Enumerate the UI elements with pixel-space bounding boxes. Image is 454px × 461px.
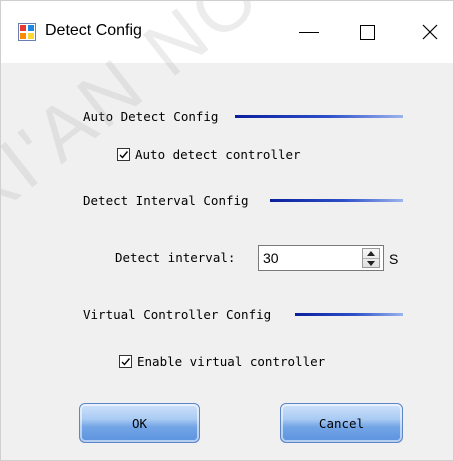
virtual-controller-rule [295,313,403,316]
arrow-up-icon [367,251,375,256]
auto-detect-checkbox[interactable] [117,148,130,161]
maximize-button[interactable] [353,11,397,53]
virtual-controller-checkbox[interactable] [119,355,132,368]
maximize-icon [360,25,375,40]
auto-detect-checkbox-label[interactable]: Auto detect controller [135,147,301,162]
detect-interval-heading: Detect Interval Config [83,193,249,208]
detect-config-dialog: Detect Config Auto Detect Config Auto de… [0,0,454,461]
title-bar: Detect Config [1,1,453,63]
checkmark-icon [121,358,131,366]
window-title: Detect Config [45,22,142,39]
virtual-controller-heading: Virtual Controller Config [83,307,272,322]
close-button[interactable] [409,11,453,53]
increment-button[interactable] [363,249,379,258]
cancel-button[interactable]: Cancel [280,403,403,443]
detect-interval-value[interactable]: 30 [263,250,279,266]
arrow-down-icon [367,261,375,266]
ok-button[interactable]: OK [79,403,200,443]
detect-interval-rule [270,199,403,202]
interval-unit: S [389,251,399,267]
minimize-icon [299,32,319,33]
auto-detect-heading: Auto Detect Config [83,109,219,124]
app-window-icon [18,23,36,41]
detect-interval-stepper[interactable]: 30 [258,245,384,271]
spin-buttons [362,248,380,268]
detect-interval-label: Detect interval: [115,250,236,265]
checkmark-icon [119,151,129,159]
close-icon [422,24,438,40]
virtual-controller-checkbox-label[interactable]: Enable virtual controller [137,354,325,369]
auto-detect-rule [235,115,403,118]
decrement-button[interactable] [363,258,379,268]
ok-button-label: OK [131,416,148,431]
minimize-button[interactable] [293,11,337,53]
cancel-button-label: Cancel [318,416,365,431]
